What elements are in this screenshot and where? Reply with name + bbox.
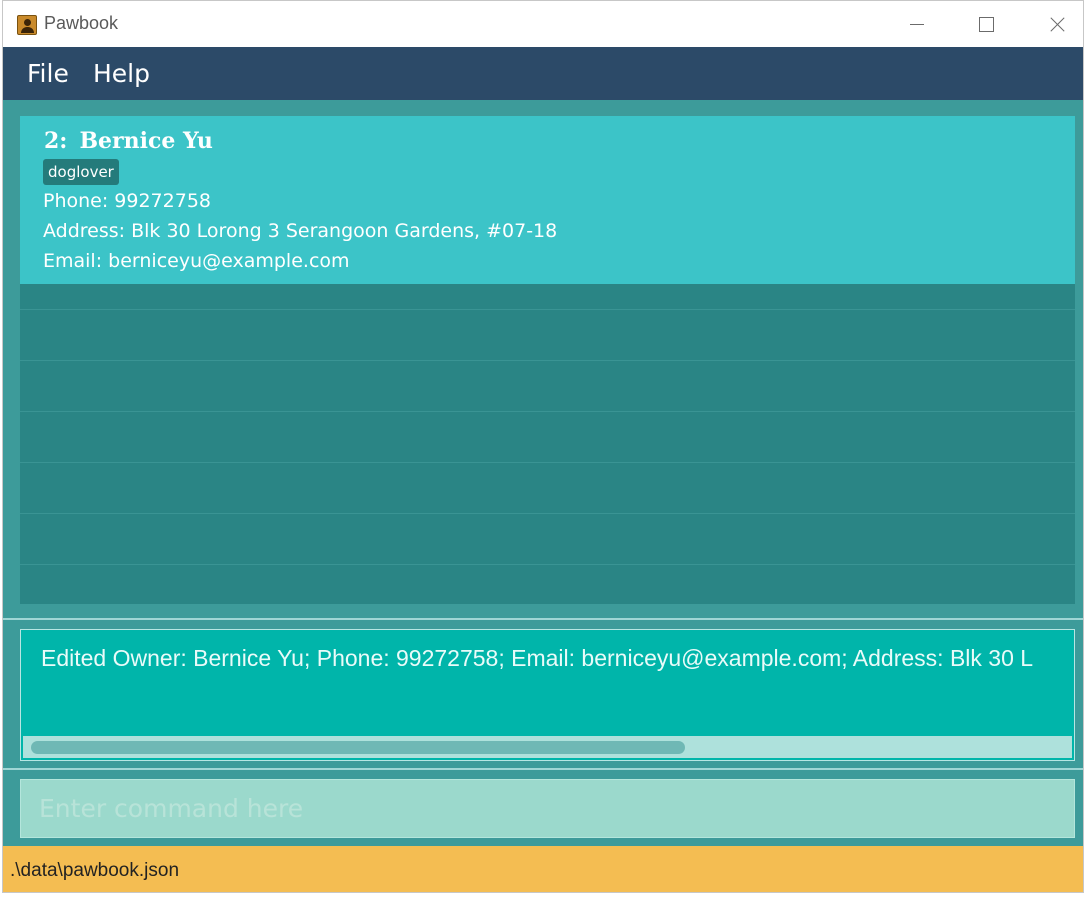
person-index: 2: bbox=[44, 128, 68, 154]
person-name: Bernice Yu bbox=[79, 128, 213, 154]
minimize-button[interactable] bbox=[894, 9, 940, 39]
list-row-divider bbox=[20, 411, 1075, 412]
menu-file[interactable]: File bbox=[27, 59, 69, 88]
panel-divider bbox=[3, 618, 1083, 620]
address-book-icon bbox=[17, 15, 37, 35]
menu-bar: File Help bbox=[3, 47, 1083, 100]
horizontal-scrollbar[interactable] bbox=[23, 736, 1072, 758]
list-row-divider bbox=[20, 513, 1075, 514]
person-list-panel[interactable]: 2: Bernice Yu doglover Phone: 99272758 Ad… bbox=[20, 116, 1075, 604]
maximize-button[interactable] bbox=[963, 9, 1009, 39]
scrollbar-thumb[interactable] bbox=[31, 741, 685, 754]
person-address: Address: Blk 30 Lorong 3 Serangoon Garde… bbox=[43, 220, 558, 242]
status-bar: .\data\pawbook.json bbox=[3, 846, 1083, 892]
close-button[interactable] bbox=[1033, 9, 1079, 39]
person-name-line: 2: Bernice Yu bbox=[44, 128, 213, 154]
app-window: Pawbook File Help 2: Bernice Yu doglover … bbox=[2, 0, 1084, 893]
person-phone: Phone: 99272758 bbox=[43, 190, 212, 212]
menu-help[interactable]: Help bbox=[93, 59, 150, 88]
list-row-divider bbox=[20, 564, 1075, 565]
main-content: 2: Bernice Yu doglover Phone: 99272758 Ad… bbox=[3, 100, 1083, 846]
result-text: Edited Owner: Bernice Yu; Phone: 9927275… bbox=[41, 645, 1034, 671]
list-row-divider bbox=[20, 462, 1075, 463]
panel-divider bbox=[3, 768, 1083, 770]
command-input[interactable] bbox=[21, 780, 1074, 837]
data-file-path: .\data\pawbook.json bbox=[10, 860, 180, 881]
tag-badge: doglover bbox=[43, 159, 119, 185]
person-email: Email: berniceyu@example.com bbox=[43, 250, 350, 272]
list-row-divider bbox=[20, 360, 1075, 361]
list-row-divider bbox=[20, 309, 1075, 310]
result-display[interactable]: Edited Owner: Bernice Yu; Phone: 9927275… bbox=[20, 629, 1075, 761]
person-card[interactable]: 2: Bernice Yu doglover Phone: 99272758 Ad… bbox=[20, 116, 1075, 284]
title-bar[interactable]: Pawbook bbox=[3, 1, 1083, 47]
window-title: Pawbook bbox=[44, 13, 119, 33]
command-box[interactable] bbox=[20, 779, 1075, 838]
